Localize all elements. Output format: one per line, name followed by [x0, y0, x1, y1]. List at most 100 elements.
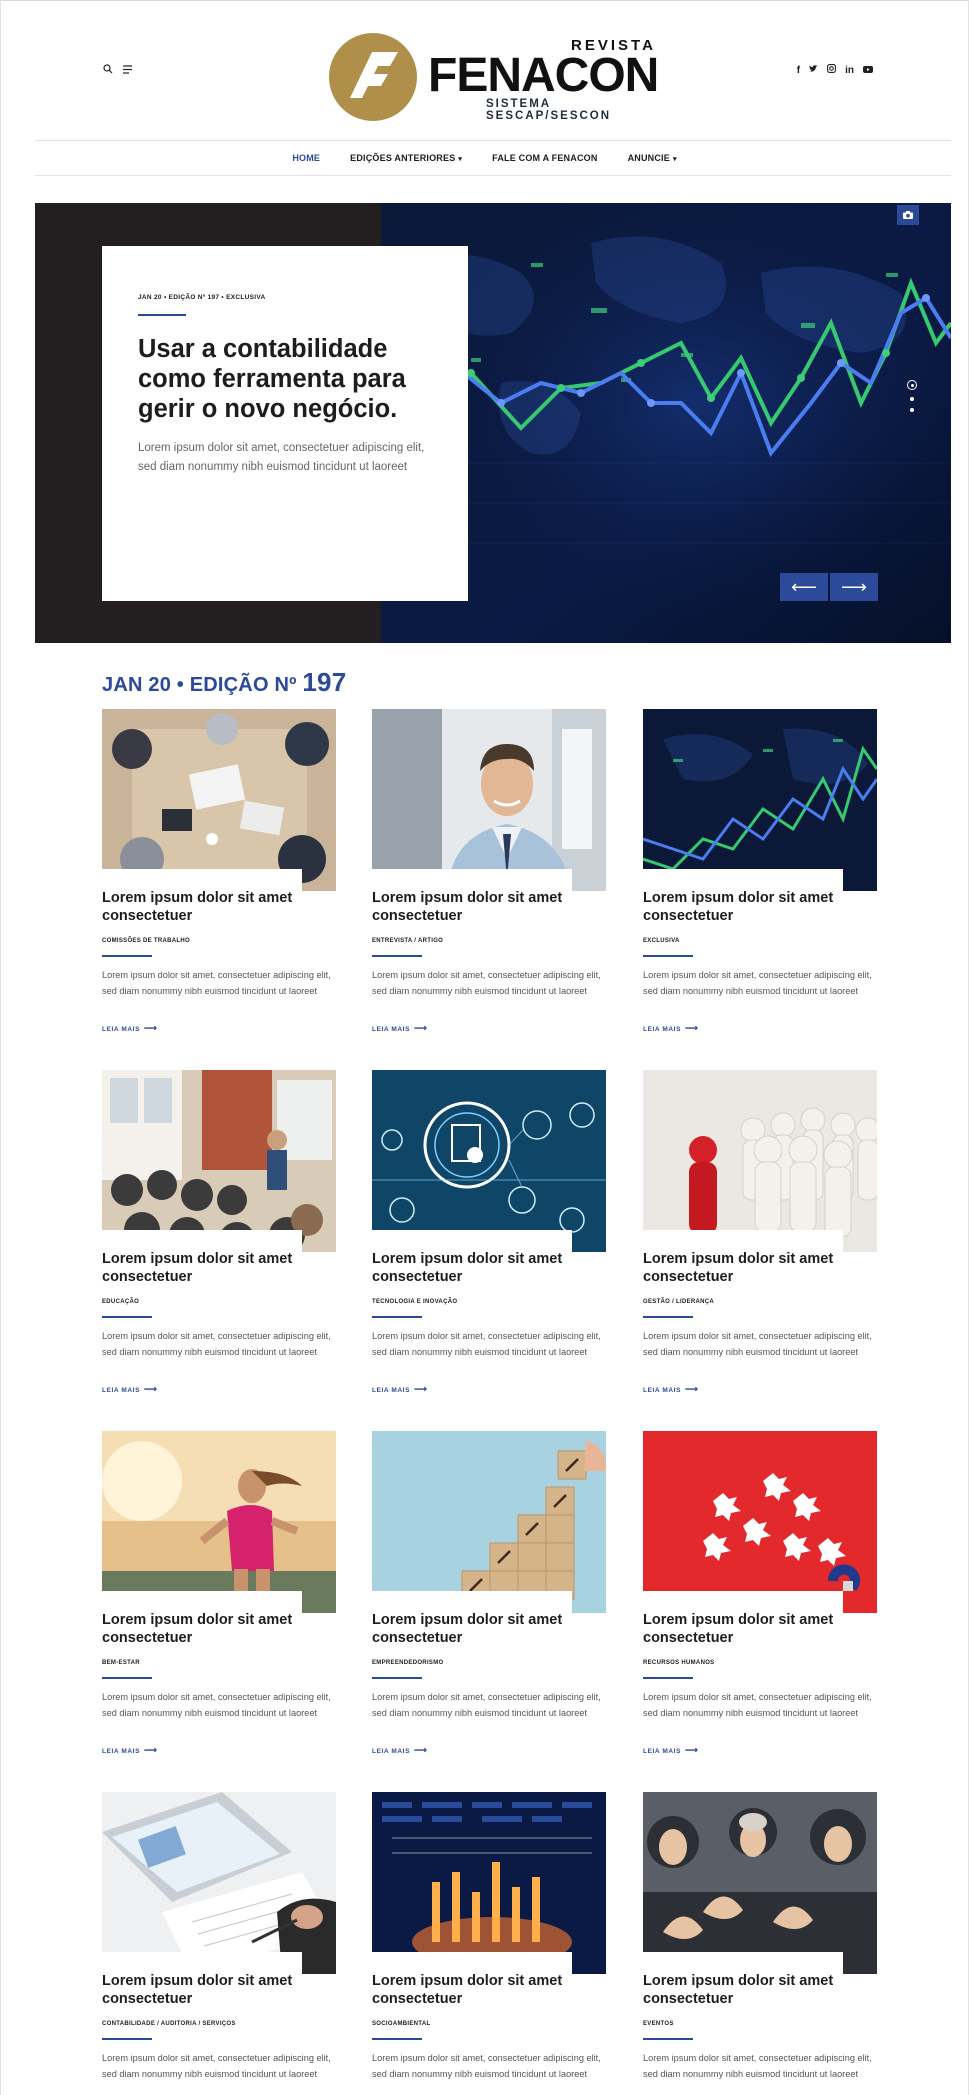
- article-divider: [372, 2038, 422, 2040]
- slider-dot[interactable]: [910, 397, 914, 401]
- arrow-right-icon: ⟶: [414, 1023, 428, 1033]
- nav-item-fale-com-a-fenacon[interactable]: FALE COM A FENACON: [477, 153, 612, 163]
- camera-icon[interactable]: [897, 205, 919, 225]
- article-excerpt: Lorem ipsum dolor sit amet, consectetuer…: [643, 1692, 872, 1718]
- nav-item-home[interactable]: HOME: [277, 153, 335, 163]
- nav-item-label: ANUNCIE: [627, 153, 670, 163]
- article-category[interactable]: EVENTOS: [643, 2021, 674, 2027]
- read-more-link[interactable]: LEIA MAIS ⟶: [102, 1384, 158, 1395]
- article-image[interactable]: [372, 1070, 606, 1252]
- read-more-link[interactable]: LEIA MAIS ⟶: [643, 1023, 699, 1034]
- hero-title[interactable]: Usar a contabilidade como ferramenta par…: [138, 334, 432, 424]
- article-image[interactable]: [372, 1431, 606, 1613]
- article-title[interactable]: Lorem ipsum dolor sit amet consectetuer: [372, 890, 606, 925]
- article-image[interactable]: [102, 1431, 336, 1613]
- read-more-link[interactable]: LEIA MAIS ⟶: [102, 1023, 158, 1034]
- article-category[interactable]: TECNOLOGIA E INOVAÇÃO: [372, 1299, 457, 1305]
- fenacon-logo[interactable]: REVISTA FENACON SISTEMA SESCAP/SESCON: [328, 30, 659, 122]
- article-image[interactable]: [643, 709, 877, 891]
- image-cutout: [372, 1591, 572, 1613]
- article-image[interactable]: [643, 1431, 877, 1613]
- read-more-link[interactable]: LEIA MAIS ⟶: [372, 1384, 428, 1395]
- slider-dot[interactable]: [910, 408, 914, 412]
- article-title[interactable]: Lorem ipsum dolor sit amet consectetuer: [102, 1612, 336, 1647]
- twitter-icon[interactable]: [809, 64, 818, 76]
- hero-divider: [138, 314, 186, 316]
- article-category[interactable]: SOCIOAMBIENTAL: [372, 2021, 430, 2027]
- image-cutout: [372, 1230, 572, 1252]
- social-links: f in: [797, 64, 873, 76]
- menu-icon[interactable]: [123, 64, 133, 74]
- article-title[interactable]: Lorem ipsum dolor sit amet consectetuer: [643, 1973, 877, 2008]
- article-category[interactable]: EXCLUSIVA: [643, 938, 680, 944]
- read-more-link[interactable]: LEIA MAIS ⟶: [372, 1023, 428, 1034]
- logo-subtitle: SISTEMA SESCAP/SESCON: [486, 98, 612, 122]
- read-more-label: LEIA MAIS: [643, 1748, 682, 1755]
- image-cutout: [643, 1230, 843, 1252]
- image-cutout: [102, 1952, 302, 1974]
- article-image[interactable]: [643, 1792, 877, 1974]
- article-category[interactable]: RECURSOS HUMANOS: [643, 1660, 714, 1666]
- arrow-right-icon: ⟶: [414, 1745, 428, 1755]
- slider-dots: [907, 380, 917, 412]
- read-more-label: LEIA MAIS: [102, 1026, 141, 1033]
- article-title[interactable]: Lorem ipsum dolor sit amet consectetuer: [372, 1251, 606, 1286]
- nav-item-edicoes-anteriores[interactable]: EDIÇÕES ANTERIORES ▾: [335, 153, 477, 163]
- next-slide-button[interactable]: ⟶: [830, 573, 878, 601]
- slider-dot-active[interactable]: [907, 380, 917, 390]
- article-category[interactable]: ENTREVISTA / ARTIGO: [372, 938, 443, 944]
- article-image[interactable]: [102, 1792, 336, 1974]
- read-more-link[interactable]: LEIA MAIS ⟶: [372, 1745, 428, 1756]
- article-category[interactable]: COMISSÕES DE TRABALHO: [102, 938, 190, 944]
- prev-slide-button[interactable]: ⟵: [780, 573, 828, 601]
- article-excerpt: Lorem ipsum dolor sit amet, consectetuer…: [102, 1331, 331, 1357]
- read-more-link[interactable]: LEIA MAIS ⟶: [102, 1745, 158, 1756]
- article-category[interactable]: EMPREENDEDORISMO: [372, 1660, 443, 1666]
- hero-excerpt: Lorem ipsum dolor sit amet, consectetuer…: [138, 442, 425, 473]
- article-category[interactable]: CONTABILIDADE / AUDITORIA / SERVIÇOS: [102, 2021, 236, 2027]
- article-divider: [102, 1316, 152, 1318]
- image-cutout: [102, 1591, 302, 1613]
- article-category[interactable]: GESTÃO / LIDERANÇA: [643, 1299, 714, 1305]
- nav-item-label: FALE COM A FENACON: [492, 153, 598, 163]
- article-title[interactable]: Lorem ipsum dolor sit amet consectetuer: [643, 1612, 877, 1647]
- article-excerpt: Lorem ipsum dolor sit amet, consectetuer…: [102, 970, 331, 996]
- facebook-icon[interactable]: f: [797, 65, 800, 76]
- article-image[interactable]: [372, 1792, 606, 1974]
- read-more-label: LEIA MAIS: [102, 1748, 141, 1755]
- arrow-right-icon: ⟶: [144, 1384, 158, 1394]
- article-divider: [643, 2038, 693, 2040]
- read-more-link[interactable]: LEIA MAIS ⟶: [643, 1745, 699, 1756]
- hero-card[interactable]: JAN 20 • EDIÇÃO Nº 197 • EXCLUSIVA Usar …: [102, 246, 468, 601]
- linkedin-icon[interactable]: in: [845, 65, 854, 76]
- article-image[interactable]: [102, 1070, 336, 1252]
- article-image[interactable]: [643, 1070, 877, 1252]
- article-title[interactable]: Lorem ipsum dolor sit amet consectetuer: [102, 1973, 336, 2008]
- image-cutout: [102, 1230, 302, 1252]
- article-title[interactable]: Lorem ipsum dolor sit amet consectetuer: [372, 1612, 606, 1647]
- article-divider: [372, 1316, 422, 1318]
- nav-item-anuncie[interactable]: ANUNCIE ▾: [613, 153, 692, 163]
- read-more-label: LEIA MAIS: [372, 1748, 411, 1755]
- chevron-down-icon: ▾: [672, 156, 677, 163]
- edition-number: 197: [302, 667, 347, 697]
- article-divider: [102, 1677, 152, 1679]
- search-icon[interactable]: [103, 64, 113, 74]
- instagram-icon[interactable]: [827, 64, 837, 76]
- article-category[interactable]: BEM-ESTAR: [102, 1660, 140, 1666]
- read-more-label: LEIA MAIS: [372, 1387, 411, 1394]
- read-more-label: LEIA MAIS: [643, 1026, 682, 1033]
- article-image[interactable]: [372, 709, 606, 891]
- site-header: REVISTA FENACON SISTEMA SESCAP/SESCON f …: [0, 0, 969, 140]
- article-excerpt: Lorem ipsum dolor sit amet, consectetuer…: [643, 2053, 872, 2079]
- article-title[interactable]: Lorem ipsum dolor sit amet consectetuer: [102, 1251, 336, 1286]
- read-more-link[interactable]: LEIA MAIS ⟶: [643, 1384, 699, 1395]
- article-category[interactable]: EDUCAÇÃO: [102, 1299, 139, 1305]
- article-title[interactable]: Lorem ipsum dolor sit amet consectetuer: [372, 1973, 606, 2008]
- youtube-icon[interactable]: [863, 65, 873, 76]
- article-title[interactable]: Lorem ipsum dolor sit amet consectetuer: [643, 1251, 877, 1286]
- article-image[interactable]: [102, 709, 336, 891]
- article-excerpt: Lorem ipsum dolor sit amet, consectetuer…: [372, 2053, 601, 2079]
- article-title[interactable]: Lorem ipsum dolor sit amet consectetuer: [643, 890, 877, 925]
- article-title[interactable]: Lorem ipsum dolor sit amet consectetuer: [102, 890, 336, 925]
